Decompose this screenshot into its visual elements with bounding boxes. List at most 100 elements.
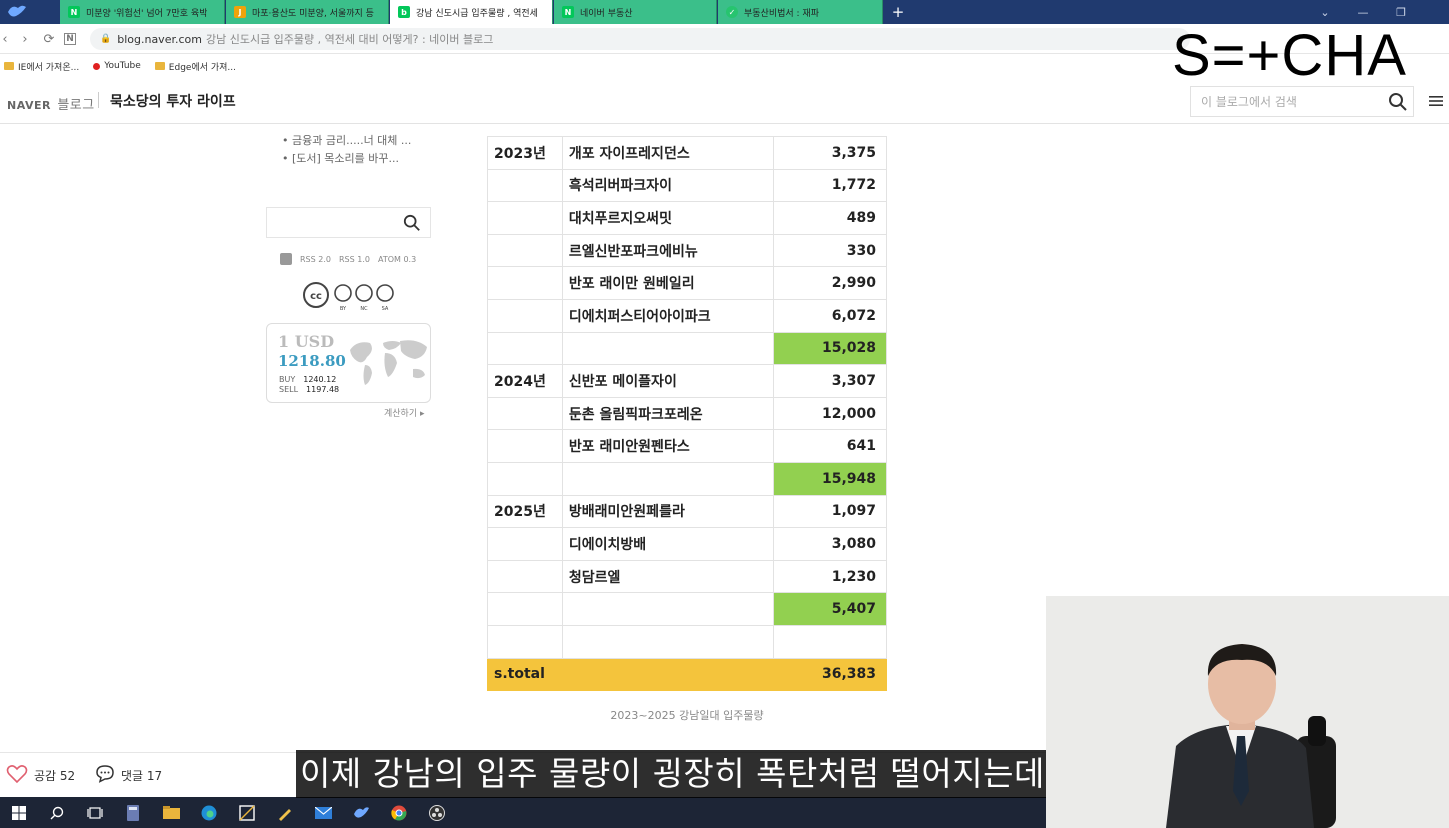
complex-name-cell: 방배래미안원페를라 [561, 494, 775, 529]
currency-rate: 1218.80 [278, 352, 346, 370]
units-cell: 489 [773, 201, 887, 235]
like-count[interactable]: 공감 52 [34, 767, 75, 784]
paint-tool-icon[interactable] [266, 797, 304, 828]
channel-brand-logo: S=+CHA [1172, 23, 1407, 88]
tab-naver-realestate[interactable]: N 네이버 부동산 [554, 0, 717, 24]
complex-name-cell: 디에이치방배 [561, 527, 775, 561]
chrome-icon[interactable] [380, 797, 418, 828]
creative-commons-icon[interactable]: cc BY NC SA [303, 282, 395, 312]
calculator-icon[interactable] [114, 797, 152, 828]
complex-name-cell [561, 624, 775, 659]
rss-icon [280, 253, 292, 265]
year-cell [487, 168, 563, 203]
taskbar-search-icon[interactable] [38, 797, 76, 828]
units-cell [773, 624, 887, 659]
reader-mode-icon[interactable]: N [64, 33, 76, 45]
currency-calc-link[interactable]: 계산하기 ▸ [384, 406, 425, 419]
search-icon[interactable] [403, 214, 421, 232]
year-cell [487, 201, 563, 235]
maximize-icon[interactable]: ❐ [1386, 0, 1416, 24]
menu-icon[interactable] [1428, 93, 1444, 109]
total-label: s.total [486, 657, 775, 692]
currency-buy: BUY 1240.12 [279, 375, 337, 384]
tab-realestate-book[interactable]: ✓ 부동산비법서 : 재파 [718, 0, 883, 24]
table-row: 르엘신반포파크에비뉴 330 [487, 233, 887, 268]
blog-search-input[interactable]: 이 블로그에서 검색 [1190, 86, 1414, 117]
subtotal-cell: 5,407 [773, 592, 887, 626]
naver-blog-icon: b [398, 6, 410, 18]
year-cell [487, 396, 563, 431]
complex-name-cell: 신반포 메이플자이 [561, 364, 775, 398]
new-tab-button[interactable]: + [888, 2, 908, 22]
url-field[interactable]: 🔒 blog.naver.com 강남 신도시급 입주물량 , 역전세 대비 어… [90, 28, 1190, 50]
task-view-icon[interactable] [76, 797, 114, 828]
tab-search-icon[interactable]: ⌄ [1310, 0, 1340, 24]
naver-blog-logo[interactable]: NAVER 블로그 [7, 94, 95, 113]
year-cell: 2023년 [487, 136, 563, 170]
bookmark-ie-import[interactable]: IE에서 가져온... [4, 60, 79, 73]
bookmark-youtube[interactable]: YouTube [93, 61, 141, 71]
j-news-icon: J [234, 6, 246, 18]
green-circle-icon: ✓ [726, 6, 738, 18]
back-icon[interactable]: ‹ [0, 30, 14, 48]
search-icon[interactable] [1388, 92, 1408, 112]
year-cell [487, 429, 563, 463]
comment-icon[interactable] [95, 764, 115, 783]
units-cell: 3,080 [773, 527, 887, 561]
edge-icon[interactable] [190, 797, 228, 828]
complex-name-cell: 청담르엘 [561, 559, 775, 594]
windows-start-icon[interactable] [0, 797, 38, 828]
table-row: 디에이치방배 3,080 [487, 527, 887, 561]
browser-logo-icon [8, 5, 26, 17]
forward-icon[interactable]: › [16, 30, 34, 48]
table-row: 반포 래미안원펜타스 641 [487, 429, 887, 463]
complex-name-cell: 반포 래이만 원베일리 [561, 266, 775, 300]
table-row: 2024년 신반포 메이플자이 3,307 [487, 364, 887, 398]
total-value: 36,383 [773, 657, 887, 692]
units-cell: 1,097 [773, 494, 887, 529]
obs-icon[interactable] [418, 797, 456, 828]
comment-count[interactable]: 댓글 17 [121, 767, 162, 784]
cc-license-label: SA [382, 306, 389, 312]
units-cell: 12,000 [773, 396, 887, 431]
table-caption: 2023~2025 강남일대 입주물량 [610, 709, 764, 722]
heart-icon[interactable] [6, 764, 28, 784]
tab-unsold-news[interactable]: N 미분양 '위험선' 넘어 7만호 육박 [60, 0, 225, 24]
minimize-icon[interactable]: — [1348, 0, 1378, 24]
mail-icon[interactable] [304, 797, 342, 828]
bookmark-edge-import[interactable]: Edge에서 가져... [154, 60, 236, 73]
sidebar-post-link[interactable]: • [도서] 목소리를 바꾸... [282, 150, 399, 166]
file-explorer-icon[interactable] [152, 797, 190, 828]
rss-links: RSS 2.0 RSS 1.0 ATOM 0.3 [280, 253, 416, 265]
refresh-icon[interactable]: ⟳ [40, 30, 58, 48]
table-row [487, 624, 887, 659]
units-cell: 1,230 [773, 559, 887, 594]
lock-icon: 🔒 [100, 34, 112, 44]
whale-browser-icon[interactable] [342, 797, 380, 828]
rss-2-link[interactable]: RSS 2.0 [300, 255, 331, 264]
table-row: 흑석리버파크자이 1,772 [487, 168, 887, 203]
year-cell [487, 592, 563, 626]
blog-title[interactable]: 묵소당의 투자 라이프 [110, 91, 236, 111]
subtotal-row: 15,028 [487, 331, 887, 366]
tab-mapo-news[interactable]: J 마포·용산도 미분양, 서울까지 등 [226, 0, 389, 24]
webcam-overlay [1046, 596, 1449, 828]
snipping-tool-icon[interactable] [228, 797, 266, 828]
subtotal-row: 5,407 [487, 592, 887, 626]
units-cell: 3,307 [773, 364, 887, 398]
rss-1-link[interactable]: RSS 1.0 [339, 255, 370, 264]
table-row: 청담르엘 1,230 [487, 559, 887, 594]
units-cell: 6,072 [773, 298, 887, 333]
year-cell [487, 233, 563, 268]
sidebar-post-link[interactable]: • 금융과 금리.....너 대체 ... [282, 132, 411, 148]
table-row: 디에치퍼스티어아이파크 6,072 [487, 298, 887, 333]
complex-name-cell [561, 331, 775, 366]
currency-unit: 1 USD [278, 332, 335, 351]
subtotal-cell: 15,948 [773, 461, 887, 496]
tab-naver-blog[interactable]: b 강남 신도시급 입주물량 , 역전세 [390, 0, 553, 24]
complex-name-cell [561, 461, 775, 496]
units-cell: 330 [773, 233, 887, 268]
atom-link[interactable]: ATOM 0.3 [378, 255, 416, 264]
currency-sell: SELL 1197.48 [279, 385, 340, 394]
table-row: 반포 래이만 원베일리 2,990 [487, 266, 887, 300]
